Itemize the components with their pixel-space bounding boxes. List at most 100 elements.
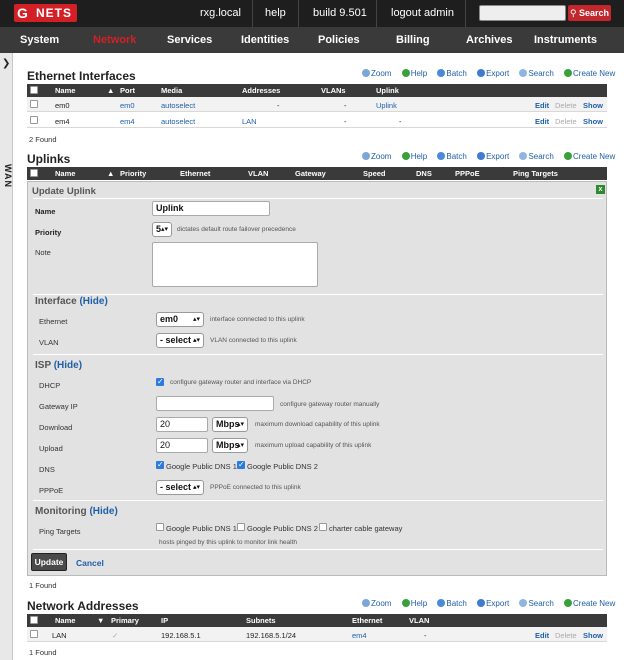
edit-link[interactable]: Edit — [535, 631, 549, 640]
create-new-link[interactable]: Create New — [564, 69, 619, 78]
vlan-select[interactable]: - select - ▴▾ — [156, 333, 204, 348]
chevron-right-icon[interactable]: ❯ — [2, 58, 10, 69]
row-checkbox[interactable] — [30, 116, 38, 124]
cell-media-link[interactable]: autoselect — [161, 101, 195, 110]
help-link[interactable]: help — [265, 6, 286, 20]
ping1-checkbox[interactable] — [156, 523, 164, 531]
side-panel-toggle[interactable]: ❯ WAN — [0, 53, 13, 660]
create-new-link[interactable]: Create New — [564, 599, 619, 608]
gateway-ip-input[interactable] — [156, 396, 274, 411]
show-link[interactable]: Show — [583, 101, 603, 110]
nav-policies[interactable]: Policies — [318, 33, 360, 47]
download-unit-select[interactable]: Mbps ▴▾ — [212, 417, 248, 432]
col-addresses[interactable]: Addresses — [242, 86, 280, 95]
col-ethernet[interactable]: Ethernet — [180, 169, 210, 178]
search-button[interactable]: ⚲ Search — [568, 5, 611, 21]
zoom-link[interactable]: Zoom — [362, 69, 395, 78]
show-link[interactable]: Show — [583, 631, 603, 640]
select-all-checkbox[interactable] — [30, 169, 38, 177]
select-all-checkbox[interactable] — [30, 616, 38, 624]
col-port[interactable]: Port — [120, 86, 135, 95]
col-pppoe[interactable]: PPPoE — [455, 169, 480, 178]
cancel-link[interactable]: Cancel — [76, 558, 104, 568]
sort-down-icon[interactable]: ▼ — [97, 616, 104, 625]
col-speed[interactable]: Speed — [363, 169, 386, 178]
col-uplink[interactable]: Uplink — [376, 86, 399, 95]
help-link[interactable]: Help — [401, 69, 431, 78]
zoom-link[interactable]: Zoom — [362, 599, 395, 608]
cell-ethernet-link[interactable]: em4 — [352, 631, 367, 640]
cell-port-link[interactable]: em0 — [120, 101, 135, 110]
cell-uplink-link[interactable]: Uplink — [376, 101, 397, 110]
nav-network[interactable]: Network — [93, 33, 136, 47]
update-button[interactable]: Update — [31, 553, 67, 571]
batch-link[interactable]: Batch — [437, 152, 470, 161]
hide-monitoring-link[interactable]: (Hide) — [89, 506, 117, 517]
priority-select[interactable]: 5 ▴▾ — [152, 222, 172, 237]
ping3-checkbox[interactable] — [319, 523, 327, 531]
col-vlan[interactable]: VLAN — [409, 616, 429, 625]
show-link[interactable]: Show — [583, 117, 603, 126]
col-ip[interactable]: IP — [161, 616, 168, 625]
edit-link[interactable]: Edit — [535, 101, 549, 110]
pppoe-select[interactable]: - select - ▴▾ — [156, 480, 204, 495]
search-link[interactable]: Search — [519, 599, 557, 608]
cell-media-link[interactable]: autoselect — [161, 117, 195, 126]
name-input[interactable]: Uplink — [152, 201, 270, 216]
export-link[interactable]: Export — [477, 152, 513, 161]
col-subnets[interactable]: Subnets — [246, 616, 276, 625]
build-link[interactable]: build 9.501 — [313, 6, 367, 20]
col-primary[interactable]: Primary — [111, 616, 139, 625]
row-checkbox[interactable] — [30, 630, 38, 638]
gnets-logo[interactable]: G NETS — [14, 4, 77, 22]
cell-addresses-link[interactable]: LAN — [242, 117, 257, 126]
export-link[interactable]: Export — [477, 599, 513, 608]
row-checkbox[interactable] — [30, 100, 38, 108]
col-priority[interactable]: Priority — [120, 169, 146, 178]
col-dns[interactable]: DNS — [416, 169, 432, 178]
dhcp-checkbox[interactable] — [156, 377, 164, 386]
note-textarea[interactable] — [152, 242, 318, 287]
delete-link[interactable]: Delete — [555, 101, 577, 110]
sort-up-icon[interactable]: ▲ — [107, 86, 114, 95]
col-name[interactable]: Name — [55, 616, 75, 625]
col-name[interactable]: Name — [55, 169, 75, 178]
zoom-link[interactable]: Zoom — [362, 152, 395, 161]
col-ping-targets[interactable]: Ping Targets — [513, 169, 558, 178]
col-ethernet[interactable]: Ethernet — [352, 616, 382, 625]
logout-link[interactable]: logout admin — [391, 6, 454, 20]
upload-input[interactable]: 20 — [156, 438, 208, 453]
sort-up-icon[interactable]: ▲ — [107, 169, 114, 178]
nav-instruments[interactable]: Instruments — [534, 33, 597, 47]
search-input[interactable] — [479, 5, 566, 21]
ethernet-select[interactable]: em0 ▴▾ — [156, 312, 204, 327]
col-gateway[interactable]: Gateway — [295, 169, 326, 178]
col-vlans[interactable]: VLANs — [321, 86, 346, 95]
help-link[interactable]: Help — [401, 152, 431, 161]
col-vlan[interactable]: VLAN — [248, 169, 268, 178]
batch-link[interactable]: Batch — [437, 599, 470, 608]
dns2-checkbox[interactable] — [237, 460, 245, 469]
search-link[interactable]: Search — [519, 69, 557, 78]
hide-interface-link[interactable]: (Hide) — [79, 296, 107, 307]
nav-identities[interactable]: Identities — [241, 33, 289, 47]
select-all-checkbox[interactable] — [30, 86, 38, 94]
nav-services[interactable]: Services — [167, 33, 212, 47]
nav-system[interactable]: System — [20, 33, 59, 47]
edit-link[interactable]: Edit — [535, 117, 549, 126]
cell-port-link[interactable]: em4 — [120, 117, 135, 126]
export-link[interactable]: Export — [477, 69, 513, 78]
create-new-link[interactable]: Create New — [564, 152, 619, 161]
download-input[interactable]: 20 — [156, 417, 208, 432]
col-media[interactable]: Media — [161, 86, 182, 95]
batch-link[interactable]: Batch — [437, 69, 470, 78]
hide-isp-link[interactable]: (Hide) — [54, 360, 82, 371]
search-link[interactable]: Search — [519, 152, 557, 161]
nav-billing[interactable]: Billing — [396, 33, 430, 47]
nav-archives[interactable]: Archives — [466, 33, 512, 47]
dns1-checkbox[interactable] — [156, 460, 164, 469]
ping2-checkbox[interactable] — [237, 523, 245, 531]
upload-unit-select[interactable]: Mbps ▴▾ — [212, 438, 248, 453]
help-link[interactable]: Help — [401, 599, 431, 608]
close-icon[interactable]: x — [596, 185, 605, 194]
